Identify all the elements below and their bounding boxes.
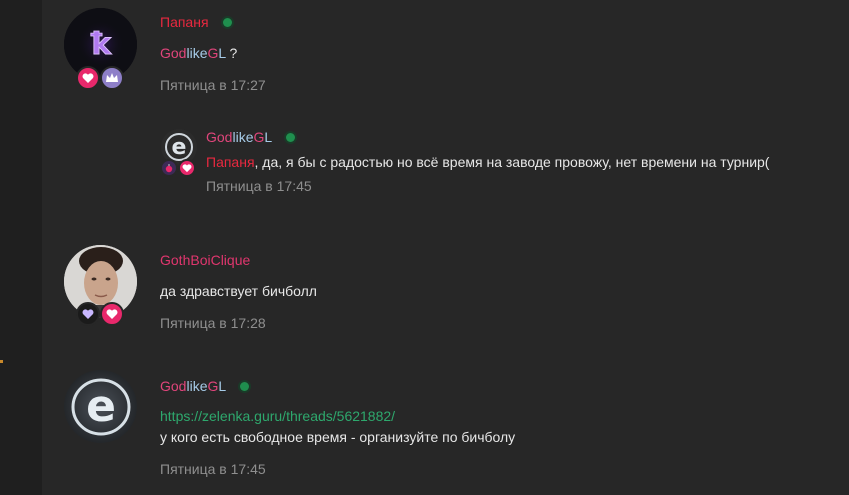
comment-post: GothBoiClique да здравствует бичболл Пят… [42, 238, 849, 338]
reply-timestamp[interactable]: Пятница в 17:45 [206, 177, 312, 195]
heart-icon [82, 72, 94, 83]
comment-text: да здравствует бичболл [160, 283, 317, 299]
mention-username[interactable]: GodlikeGL [160, 45, 226, 61]
heart-icon [106, 308, 118, 319]
author-username[interactable]: GodlikeGL [206, 128, 272, 146]
author-username[interactable]: GodlikeGL [160, 377, 226, 395]
comment-timestamp[interactable]: Пятница в 17:28 [160, 314, 266, 332]
comment-post: ꝁ Папаня GodlikeGL ? Пятница в 17:27 [42, 0, 849, 110]
author-username[interactable]: Папаня [160, 13, 209, 31]
online-status-indicator [286, 132, 296, 142]
user-badges [76, 66, 124, 90]
comment-feed: ꝁ Папаня GodlikeGL ? Пятница в 17:27 e G… [42, 0, 849, 495]
heart-badge [178, 159, 196, 177]
thread-link[interactable]: https://zelenka.guru/threads/5621882/ [160, 407, 395, 425]
online-status-indicator [240, 381, 250, 391]
crown-badge [100, 66, 124, 90]
comment-timestamp[interactable]: Пятница в 17:45 [160, 460, 266, 478]
heart-badge-dark [76, 302, 100, 326]
heart-badge [76, 66, 100, 90]
comment-text: GodlikeGL ? [160, 45, 238, 61]
online-status-indicator [222, 17, 232, 27]
author-row: GothBoiClique [160, 251, 250, 269]
comment-reply: e GodlikeGL Папаня, да, я бы с радостью … [42, 120, 849, 210]
avatar[interactable]: e [64, 370, 137, 443]
comment-timestamp[interactable]: Пятница в 17:27 [160, 76, 266, 94]
comment-text: у кого есть свободное время - организуйт… [160, 429, 516, 445]
bomb-badge [160, 159, 178, 177]
author-row: Папаня [160, 13, 232, 31]
bomb-icon [165, 164, 173, 173]
crown-icon [106, 73, 118, 82]
comment-post: e GodlikeGL https://zelenka.guru/threads… [42, 365, 849, 495]
mention-username[interactable]: Папаня [206, 154, 255, 170]
author-row: GodlikeGL [206, 128, 296, 146]
svg-text:ꝁ: ꝁ [91, 27, 113, 62]
author-row: GodlikeGL [160, 377, 250, 395]
heart-badge [100, 302, 124, 326]
reply-text: Папаня, да, я бы с радостью но всё время… [206, 154, 770, 170]
user-badges [76, 302, 124, 326]
svg-text:e: e [172, 135, 187, 160]
user-badges [160, 159, 196, 177]
heart-icon [82, 308, 94, 319]
heart-icon [182, 163, 192, 172]
author-username[interactable]: GothBoiClique [160, 251, 250, 269]
left-side-panel [0, 0, 42, 495]
svg-text:e: e [86, 381, 116, 432]
side-accent-mark [0, 360, 3, 363]
